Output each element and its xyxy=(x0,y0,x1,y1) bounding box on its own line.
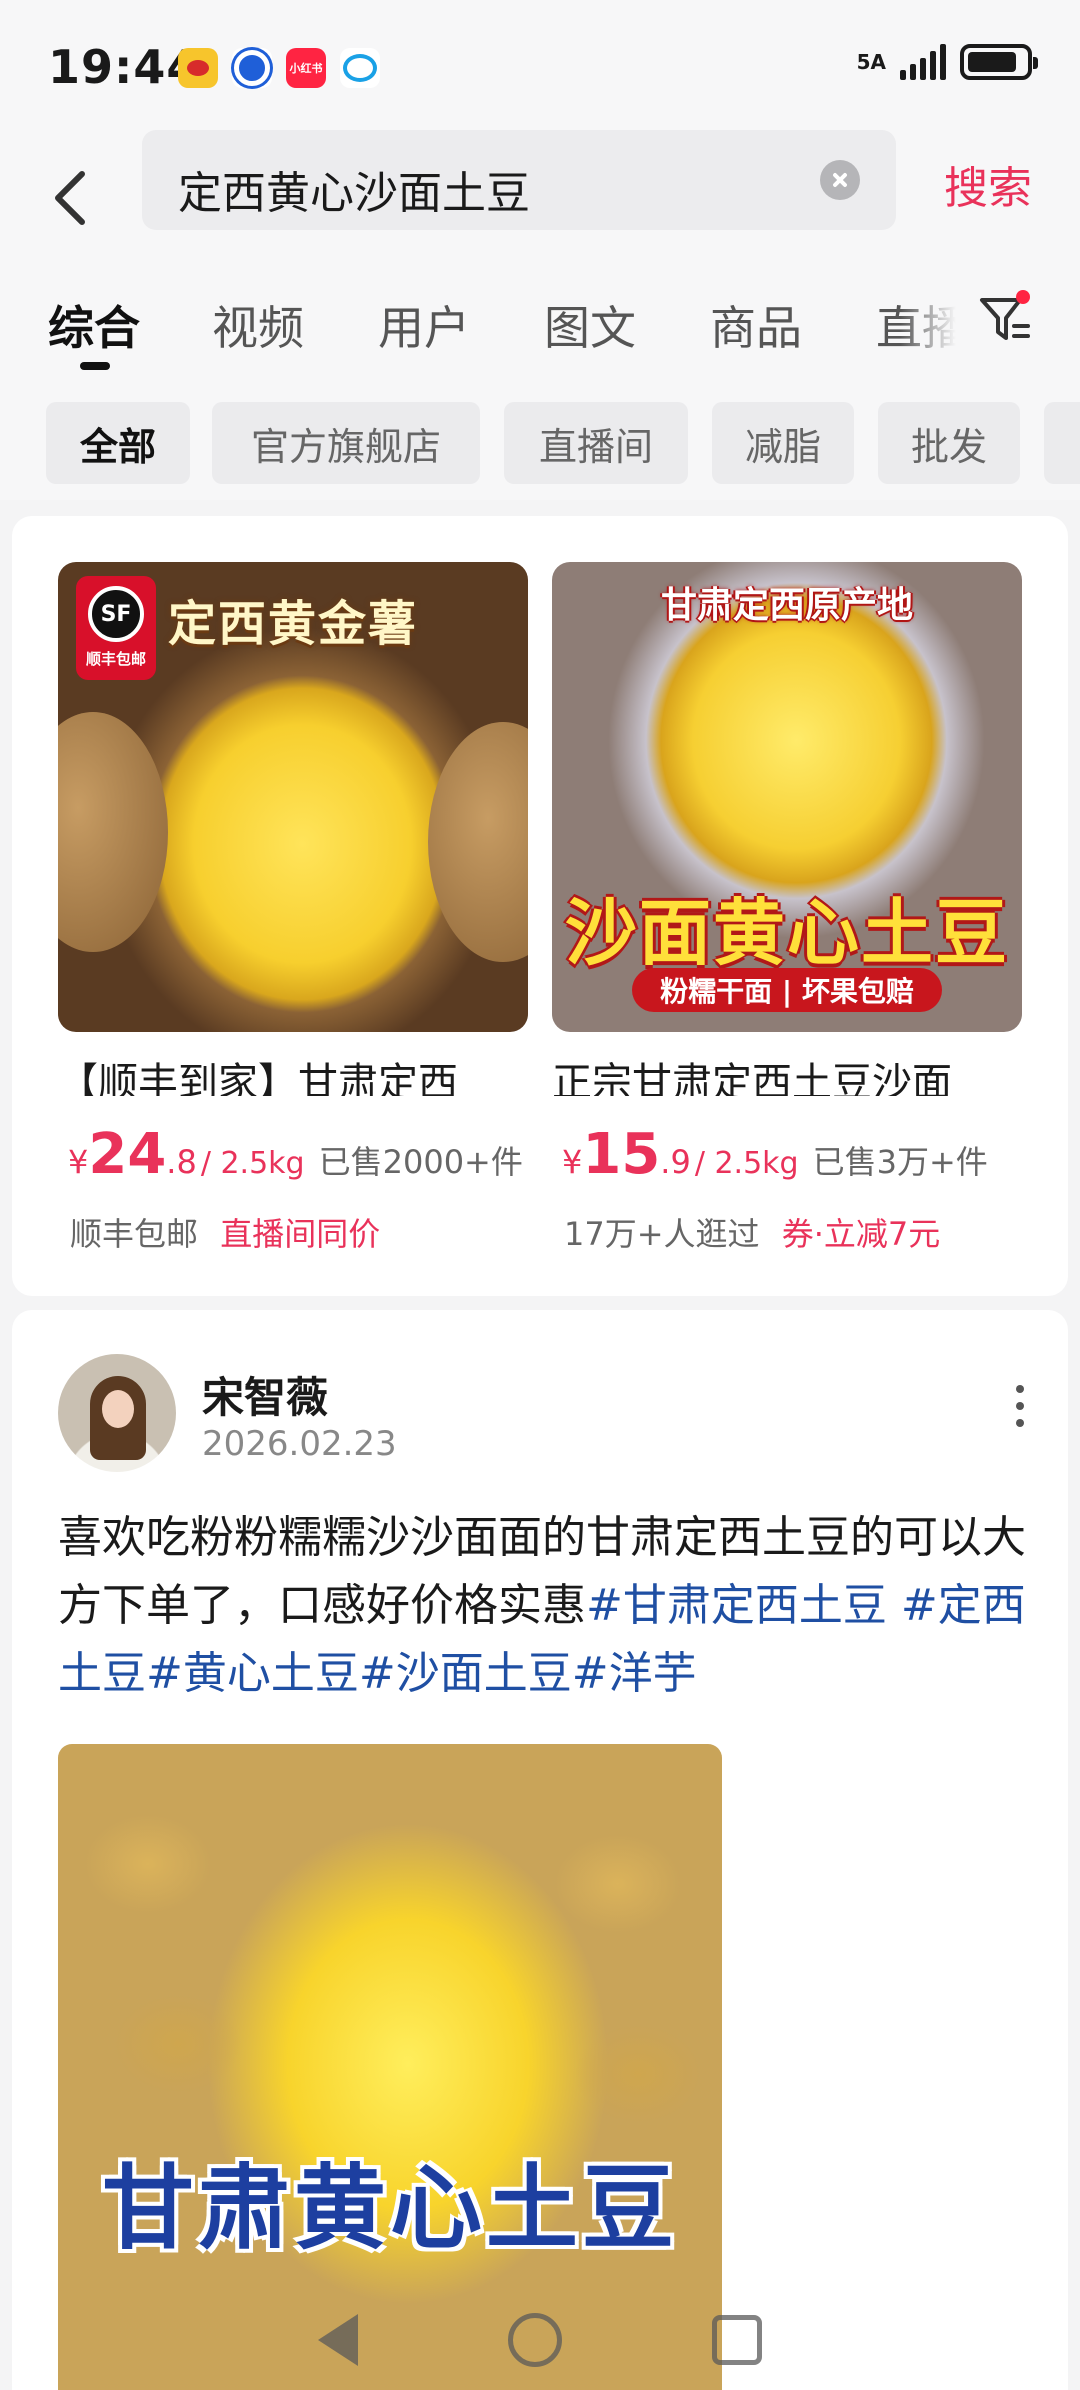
filter-button[interactable] xyxy=(976,288,1036,352)
sf-logo: SF xyxy=(88,586,144,642)
chat-icon xyxy=(340,48,380,88)
meta-row: 17万+人逛过 券·立减7元 xyxy=(564,1209,1022,1255)
battery-icon xyxy=(960,44,1038,80)
search-query[interactable]: 定西黄心沙面土豆 xyxy=(178,157,530,221)
chip-more[interactable] xyxy=(1044,402,1080,484)
meta-row: 顺丰包邮 直播间同价 xyxy=(70,1209,528,1255)
tab-image-text[interactable]: 图文 xyxy=(544,292,636,358)
product-image[interactable]: SF 顺丰包邮 定西黄金薯 xyxy=(58,562,528,1032)
badge-text: 顺丰包邮 xyxy=(85,650,146,668)
nav-back-icon[interactable] xyxy=(318,2314,358,2366)
visitor-count: 17万+人逛过 xyxy=(564,1215,760,1253)
weibo-icon xyxy=(178,48,218,88)
price-decimal: .9 xyxy=(660,1143,691,1181)
search-tabs: 综合 视频 用户 图文 商品 直播 xyxy=(0,260,1080,380)
network-type: 5A xyxy=(856,50,886,74)
promo-tag: 直播间同价 xyxy=(220,1215,381,1253)
tab-video[interactable]: 视频 xyxy=(212,292,304,358)
more-options-icon[interactable] xyxy=(1000,1366,1040,1446)
coupon-tag: 券·立减7元 xyxy=(781,1215,941,1253)
price-row: ¥ 24 .8 / 2.5kg 已售2000+件 xyxy=(58,1122,528,1187)
chip-wholesale[interactable]: 批发 xyxy=(878,402,1020,484)
tab-fade xyxy=(900,280,970,360)
chip-fat-loss[interactable]: 减脂 xyxy=(712,402,854,484)
back-button[interactable] xyxy=(40,148,100,248)
chip-all[interactable]: 全部 xyxy=(46,402,190,484)
chip-live-room[interactable]: 直播间 xyxy=(504,402,688,484)
image-title: 定西黄金薯 xyxy=(168,596,419,652)
nav-home-icon[interactable] xyxy=(508,2313,562,2367)
sold-count: 已售2000+件 xyxy=(318,1143,523,1181)
image-title: 甘肃定西原产地 xyxy=(660,585,913,626)
price-unit: / 2.5kg xyxy=(694,1146,799,1181)
price-integer: 24 xyxy=(88,1122,167,1187)
nav-recents-icon[interactable] xyxy=(712,2315,762,2365)
shipping-info: 顺丰包邮 xyxy=(70,1215,199,1253)
note-post[interactable]: 宋智薇 2026.02.23 喜欢吃粉粉糯糯沙沙面面的甘肃定西土豆的可以大方下单… xyxy=(12,1310,1068,2390)
sold-count: 已售3万+件 xyxy=(812,1143,988,1181)
avatar-face xyxy=(102,1390,134,1428)
product-section: SF 顺丰包邮 定西黄金薯 【顺丰到家】甘肃定西 ¥ 24 .8 / 2.5kg… xyxy=(12,516,1068,1296)
tab-products[interactable]: 商品 xyxy=(710,292,802,358)
status-bar: 19:44 小红书 5A xyxy=(0,0,1080,130)
price-integer: 15 xyxy=(582,1122,661,1187)
search-header: 定西黄心沙面土豆 搜索 xyxy=(0,130,1080,260)
post-content[interactable]: 喜欢吃粉粉糯糯沙沙面面的甘肃定西土豆的可以大方下单了，口感好价格实惠#甘肃定西土… xyxy=(58,1504,1038,1708)
tab-users[interactable]: 用户 xyxy=(378,292,470,358)
clear-icon[interactable] xyxy=(820,160,860,200)
signal-icon xyxy=(900,44,946,80)
sf-express-badge: SF 顺丰包邮 xyxy=(76,576,156,680)
image-headline: 沙面黄心土豆 xyxy=(564,891,1009,975)
product-image[interactable]: 甘肃定西原产地 沙面黄心土豆 粉糯干面 | 坏果包赔 xyxy=(552,562,1022,1032)
post-date: 2026.02.23 xyxy=(202,1424,397,1464)
product-title[interactable]: 正宗甘肃定西土豆沙面 xyxy=(552,1050,1022,1096)
image-subtitle: 粉糯干面 | 坏果包赔 xyxy=(632,968,942,1012)
system-nav-bar xyxy=(0,2290,1080,2390)
price-decimal: .8 xyxy=(166,1143,197,1181)
product-card[interactable]: SF 顺丰包邮 定西黄金薯 【顺丰到家】甘肃定西 ¥ 24 .8 / 2.5kg… xyxy=(58,562,528,1255)
status-time: 19:44 xyxy=(48,40,200,94)
battery-level xyxy=(968,52,1016,72)
filter-chips: 全部 官方旗舰店 直播间 减脂 批发 xyxy=(0,380,1080,500)
xiaohongshu-icon: 小红书 xyxy=(286,48,326,88)
status-indicators: 5A xyxy=(856,44,1038,80)
author-name[interactable]: 宋智薇 xyxy=(202,1364,328,1425)
notification-icons: 小红书 xyxy=(178,48,380,88)
price-unit: / 2.5kg xyxy=(200,1146,305,1181)
search-button[interactable]: 搜索 xyxy=(944,152,1032,216)
potato-decoration xyxy=(428,722,528,962)
price-row: ¥ 15 .9 / 2.5kg 已售3万+件 xyxy=(552,1122,1022,1187)
chip-official-store[interactable]: 官方旗舰店 xyxy=(212,402,480,484)
currency-symbol: ¥ xyxy=(68,1143,89,1181)
currency-symbol: ¥ xyxy=(562,1143,583,1181)
potato-decoration xyxy=(58,712,168,952)
tab-comprehensive[interactable]: 综合 xyxy=(48,292,140,358)
notification-dot xyxy=(1016,290,1030,304)
active-tab-indicator xyxy=(80,362,110,370)
product-title[interactable]: 【顺丰到家】甘肃定西 xyxy=(58,1050,528,1096)
product-card[interactable]: 甘肃定西原产地 沙面黄心土豆 粉糯干面 | 坏果包赔 正宗甘肃定西土豆沙面 ¥ … xyxy=(552,562,1022,1255)
baidu-icon xyxy=(232,48,272,88)
avatar[interactable] xyxy=(58,1354,176,1472)
back-arrow-icon xyxy=(55,171,85,225)
post-image-caption: 甘肃黄心土豆 xyxy=(101,2155,678,2262)
search-input[interactable]: 定西黄心沙面土豆 xyxy=(142,130,896,230)
